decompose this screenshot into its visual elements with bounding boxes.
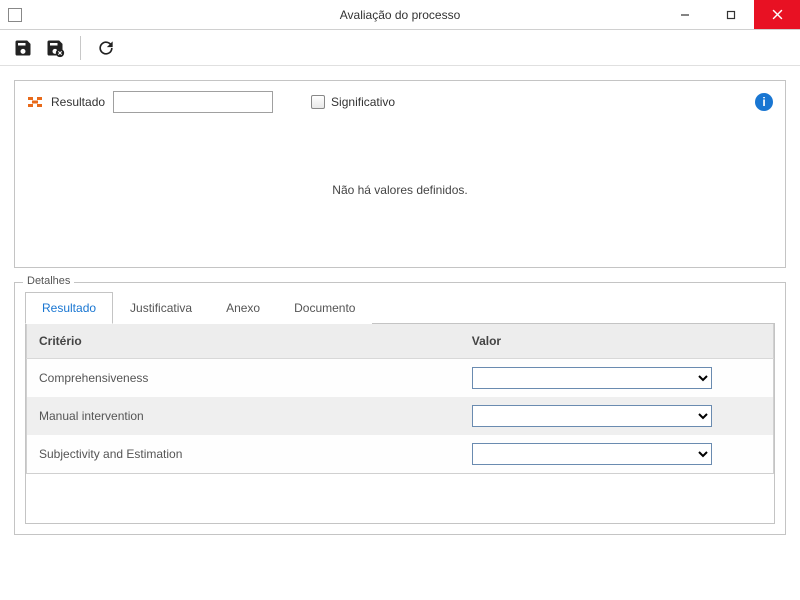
value-select[interactable] [472,443,712,465]
value-select[interactable] [472,405,712,427]
close-button[interactable] [754,0,800,29]
significative-checkbox[interactable] [311,95,325,109]
significative-group: Significativo [311,95,395,109]
result-label: Resultado [51,95,105,109]
main-panel: Resultado Significativo i Não há valores… [14,80,786,268]
window-title: Avaliação do processo [340,8,461,22]
titlebar: Avaliação do processo [0,0,800,30]
info-icon[interactable]: i [755,93,773,111]
criteria-table: Critério Valor Comprehensiveness Manual … [26,324,774,474]
result-input[interactable] [113,91,273,113]
criterion-cell: Comprehensiveness [27,359,460,398]
document-icon [8,8,22,22]
tab-document[interactable]: Documento [277,292,372,324]
criterion-cell: Subjectivity and Estimation [27,435,460,474]
toolbar [0,30,800,66]
result-row: Resultado Significativo i [27,91,773,113]
result-icon [27,96,43,108]
content: Resultado Significativo i Não há valores… [0,66,800,549]
minimize-button[interactable] [662,0,708,29]
details-legend: Detalhes [23,275,74,287]
details-panel: Detalhes Resultado Justificativa Anexo D… [14,282,786,535]
refresh-button[interactable] [93,35,119,61]
criterion-cell: Manual intervention [27,397,460,435]
window-controls [662,0,800,29]
save-close-button[interactable] [42,35,68,61]
table-row: Manual intervention [27,397,774,435]
tab-result[interactable]: Resultado [25,292,113,324]
col-value: Valor [460,324,774,359]
tab-body: Critério Valor Comprehensiveness Manual … [25,324,775,524]
value-select[interactable] [472,367,712,389]
tab-attachment[interactable]: Anexo [209,292,277,324]
table-row: Comprehensiveness [27,359,774,398]
save-button[interactable] [10,35,36,61]
maximize-button[interactable] [708,0,754,29]
tabs: Resultado Justificativa Anexo Documento [25,291,775,324]
col-criterion: Critério [27,324,460,359]
table-row: Subjectivity and Estimation [27,435,774,474]
empty-message: Não há valores definidos. [27,113,773,257]
toolbar-separator [80,36,81,60]
tab-justification[interactable]: Justificativa [113,292,209,324]
significative-label: Significativo [331,95,395,109]
